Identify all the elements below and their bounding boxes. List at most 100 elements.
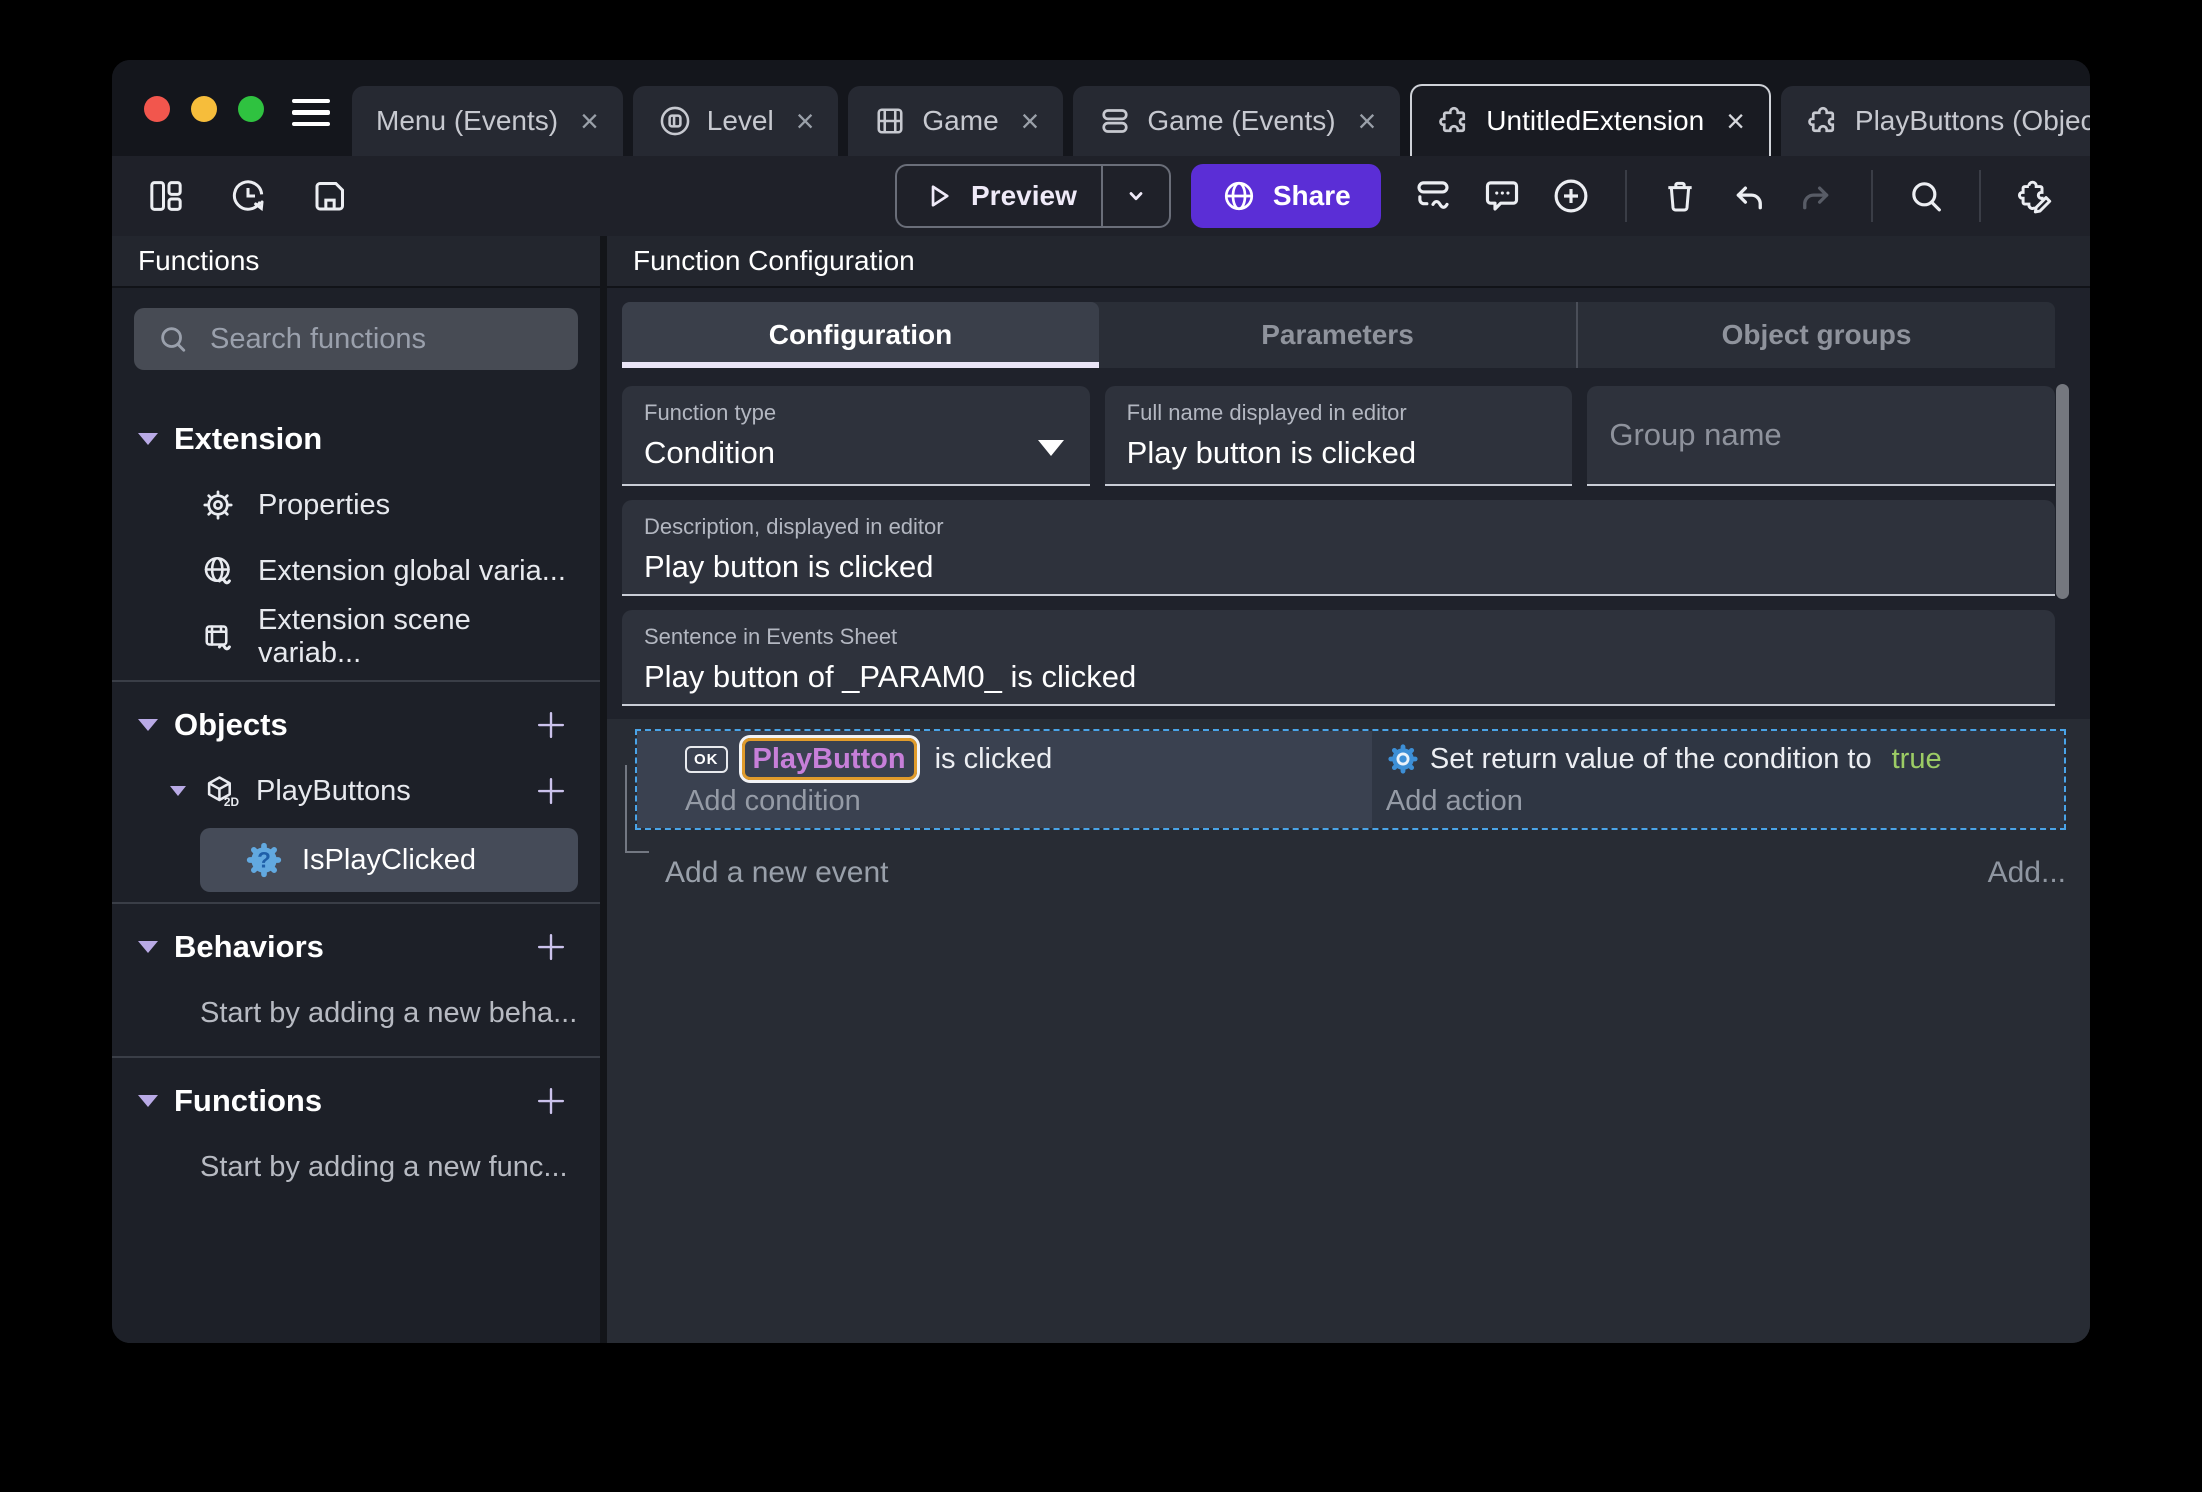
close-icon[interactable]: × [796, 105, 815, 137]
redo-icon[interactable] [1796, 175, 1838, 217]
events-sheet[interactable]: OK PlayButton is clicked Add condition S… [607, 719, 2090, 1343]
save-icon[interactable] [310, 176, 350, 216]
sentence-input[interactable] [644, 659, 2033, 695]
add-new-event-link[interactable]: Add a new event [665, 856, 889, 890]
sidebar-item-extension-scene-variables[interactable]: Extension scene variab... [134, 604, 578, 670]
condition-function-icon: ? [244, 840, 284, 880]
preview-button-main[interactable]: Preview [897, 166, 1101, 226]
action-instruction[interactable]: Set return value of the condition to tru… [1386, 737, 2064, 781]
events-sheet-icon [1097, 103, 1133, 139]
close-icon[interactable]: × [580, 105, 599, 137]
tab-menu-events[interactable]: Menu (Events) × [352, 86, 623, 156]
tab-parameters[interactable]: Parameters [1099, 302, 1576, 368]
svg-text:?: ? [257, 848, 271, 873]
tab-label: Parameters [1261, 319, 1414, 350]
condition-object-chip[interactable]: PlayButton [741, 737, 917, 781]
condition-instruction[interactable]: OK PlayButton is clicked [685, 737, 1372, 781]
scene-icon [657, 103, 693, 139]
tab-untitled-extension[interactable]: UntitledExtension × [1410, 84, 1771, 156]
sidebar-item-extension-global-variables[interactable]: Extension global varia... [134, 538, 578, 604]
trash-icon[interactable] [1660, 176, 1700, 216]
tab-label: PlayButtons (Object) [1854, 105, 2090, 136]
tab-game-events[interactable]: Game (Events) × [1073, 86, 1401, 156]
full-name-input[interactable] [1126, 435, 1551, 471]
field-label: Function type [644, 400, 777, 425]
group-name-field[interactable] [1587, 386, 2056, 486]
add-behavior-button[interactable] [532, 928, 570, 966]
search-functions-input[interactable] [208, 321, 589, 357]
divider [112, 1056, 600, 1058]
page-title: Function Configuration [633, 245, 915, 276]
divider [112, 902, 600, 904]
actions-column[interactable]: Set return value of the condition to tru… [1371, 731, 2064, 828]
add-circle-icon[interactable] [1550, 175, 1592, 217]
section-extension[interactable]: Extension [134, 406, 578, 472]
vertical-scrollbar[interactable] [2056, 384, 2069, 599]
item-label: Properties [258, 488, 391, 521]
add-more-link[interactable]: Add... [1988, 856, 2066, 890]
comment-icon[interactable] [1481, 175, 1523, 217]
close-icon[interactable]: × [1358, 105, 1377, 137]
close-icon[interactable]: × [1021, 105, 1040, 137]
tab-level[interactable]: Level × [632, 86, 839, 156]
svg-text:2D: 2D [224, 795, 240, 809]
search-icon [156, 322, 190, 356]
undo-icon[interactable] [1727, 175, 1769, 217]
section-behaviors[interactable]: Behaviors [134, 914, 578, 980]
search-icon[interactable] [1906, 176, 1946, 216]
description-field[interactable]: Description, displayed in editor [622, 500, 2055, 596]
function-type-select[interactable]: Function type Condition [622, 386, 1090, 486]
share-button[interactable]: Share [1190, 164, 1381, 228]
tab-label: Game (Events) [1147, 105, 1336, 136]
tab-game[interactable]: Game × [848, 86, 1064, 156]
add-function-button[interactable] [532, 1082, 570, 1120]
menu-hamburger-icon[interactable] [292, 98, 330, 126]
conditions-column[interactable]: OK PlayButton is clicked Add condition [637, 731, 1372, 828]
preview-button[interactable]: Preview [895, 164, 1171, 228]
scene-variables-icon [200, 619, 236, 655]
add-condition-link[interactable]: Add condition [685, 785, 1372, 818]
section-objects[interactable]: Objects [134, 692, 578, 758]
event-tree-connector [625, 765, 649, 853]
panels-layout-icon[interactable] [146, 176, 186, 216]
tree-item-isplayclicked-selected[interactable]: ? IsPlayClicked [200, 828, 578, 892]
preview-options-button[interactable] [1100, 166, 1169, 226]
tree-item-playbuttons[interactable]: 2D PlayButtons [134, 758, 578, 824]
preview-label: Preview [971, 180, 1077, 211]
history-icon[interactable] [228, 176, 268, 216]
zoom-window-button[interactable] [238, 96, 264, 122]
tab-label: Object groups [1721, 319, 1912, 350]
functions-empty-note[interactable]: Start by adding a new func... [134, 1134, 578, 1200]
tab-label: Level [706, 105, 774, 136]
add-other-event-icon[interactable] [1412, 175, 1454, 217]
minimize-window-button[interactable] [191, 96, 217, 122]
group-name-input[interactable] [1609, 417, 2034, 453]
description-input[interactable] [644, 549, 2033, 585]
edit-extension-icon[interactable] [2014, 175, 2056, 217]
tab-configuration[interactable]: Configuration [622, 302, 1099, 368]
add-action-link[interactable]: Add action [1386, 785, 2064, 818]
sidebar-item-properties[interactable]: Properties [134, 472, 578, 538]
chevron-down-icon [138, 433, 158, 445]
item-label: Extension scene variab... [258, 604, 471, 669]
close-icon[interactable]: × [1726, 105, 1745, 137]
behaviors-empty-note[interactable]: Start by adding a new beha... [134, 980, 578, 1046]
search-functions-box[interactable] [134, 308, 589, 370]
sentence-field[interactable]: Sentence in Events Sheet [622, 610, 2055, 706]
globe-icon [1221, 178, 1257, 214]
add-object-button[interactable] [532, 706, 570, 744]
tab-object-groups[interactable]: Object groups [1576, 302, 2055, 368]
sidebar-title: Functions [138, 245, 260, 276]
add-object-function-button[interactable] [532, 772, 570, 810]
chevron-down-icon [138, 941, 158, 953]
action-value[interactable]: true [1892, 743, 1942, 776]
close-window-button[interactable] [144, 96, 170, 122]
titlebar: Menu (Events) × Level × Game × Game (Eve… [112, 60, 2090, 156]
share-label: Share [1272, 180, 1351, 211]
full-name-field[interactable]: Full name displayed in editor [1104, 386, 1573, 486]
selected-event[interactable]: OK PlayButton is clicked Add condition S… [635, 729, 2066, 830]
play-icon [921, 179, 955, 213]
tab-playbuttons-object[interactable]: PlayButtons (Object) × [1780, 86, 2090, 156]
section-label: Behaviors [174, 929, 324, 964]
section-functions[interactable]: Functions [134, 1068, 578, 1134]
